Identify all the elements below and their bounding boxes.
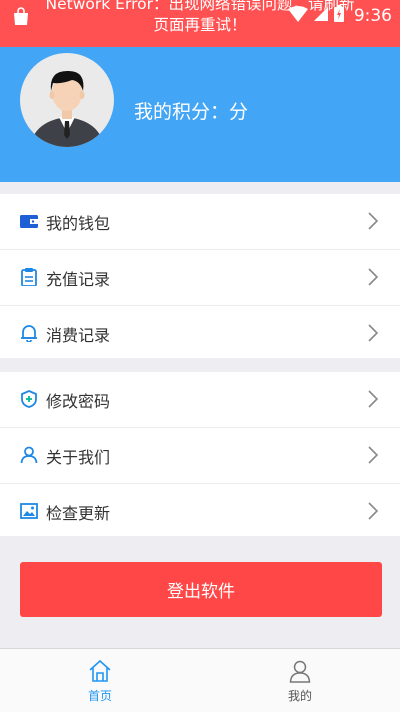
points-label: 我的积分：分	[134, 101, 249, 123]
menu-group-wallet: 我的钱包 充值记录 消费记录	[0, 194, 400, 358]
menu-item-label: 检查更新	[46, 504, 111, 523]
image-icon	[20, 502, 38, 520]
clock-time: 9:36	[353, 5, 392, 26]
menu-item-label: 充值记录	[46, 270, 111, 289]
tab-label: 首页	[87, 689, 112, 703]
status-bar: Network Error：出现网络错误问题，请刷新页面再重试！ 9:36	[0, 0, 400, 47]
menu-item-label: 消费记录	[46, 326, 111, 345]
shopping-bag-icon	[11, 6, 31, 30]
chevron-right-icon	[368, 268, 379, 290]
person-icon	[20, 446, 38, 464]
bottom-tab-bar: 首页 我的	[0, 648, 400, 712]
wifi-icon	[287, 5, 308, 26]
menu-item-consumption-records[interactable]: 消费记录	[0, 306, 400, 361]
tab-home[interactable]: 首页	[0, 649, 200, 712]
menu-item-label: 修改密码	[46, 392, 111, 411]
menu-item-about-us[interactable]: 关于我们	[0, 428, 400, 484]
menu-item-recharge-records[interactable]: 充值记录	[0, 250, 400, 306]
chevron-right-icon	[368, 502, 379, 524]
tab-mine[interactable]: 我的	[200, 649, 400, 712]
chevron-right-icon	[368, 212, 379, 234]
menu-item-label: 我的钱包	[46, 214, 111, 233]
wallet-icon	[20, 212, 38, 230]
signal-icon	[313, 6, 328, 25]
user-icon	[288, 659, 312, 687]
chevron-right-icon	[368, 446, 379, 468]
clipboard-icon	[20, 268, 38, 287]
menu-item-check-update[interactable]: 检查更新	[0, 484, 400, 539]
menu-group-settings: 修改密码 关于我们 检查更新	[0, 372, 400, 536]
chevron-right-icon	[368, 324, 379, 346]
menu-item-label: 关于我们	[46, 448, 111, 467]
battery-icon	[333, 5, 344, 26]
bell-icon	[20, 324, 38, 343]
profile-header: 我的积分：分	[0, 47, 400, 182]
tab-label: 我的	[287, 689, 312, 703]
avatar[interactable]	[20, 53, 114, 147]
logout-button[interactable]: 登出软件	[20, 562, 382, 617]
shield-plus-icon	[20, 390, 38, 408]
menu-item-change-password[interactable]: 修改密码	[0, 372, 400, 428]
chevron-right-icon	[368, 390, 379, 412]
menu-item-wallet[interactable]: 我的钱包	[0, 194, 400, 250]
home-icon	[88, 659, 112, 687]
